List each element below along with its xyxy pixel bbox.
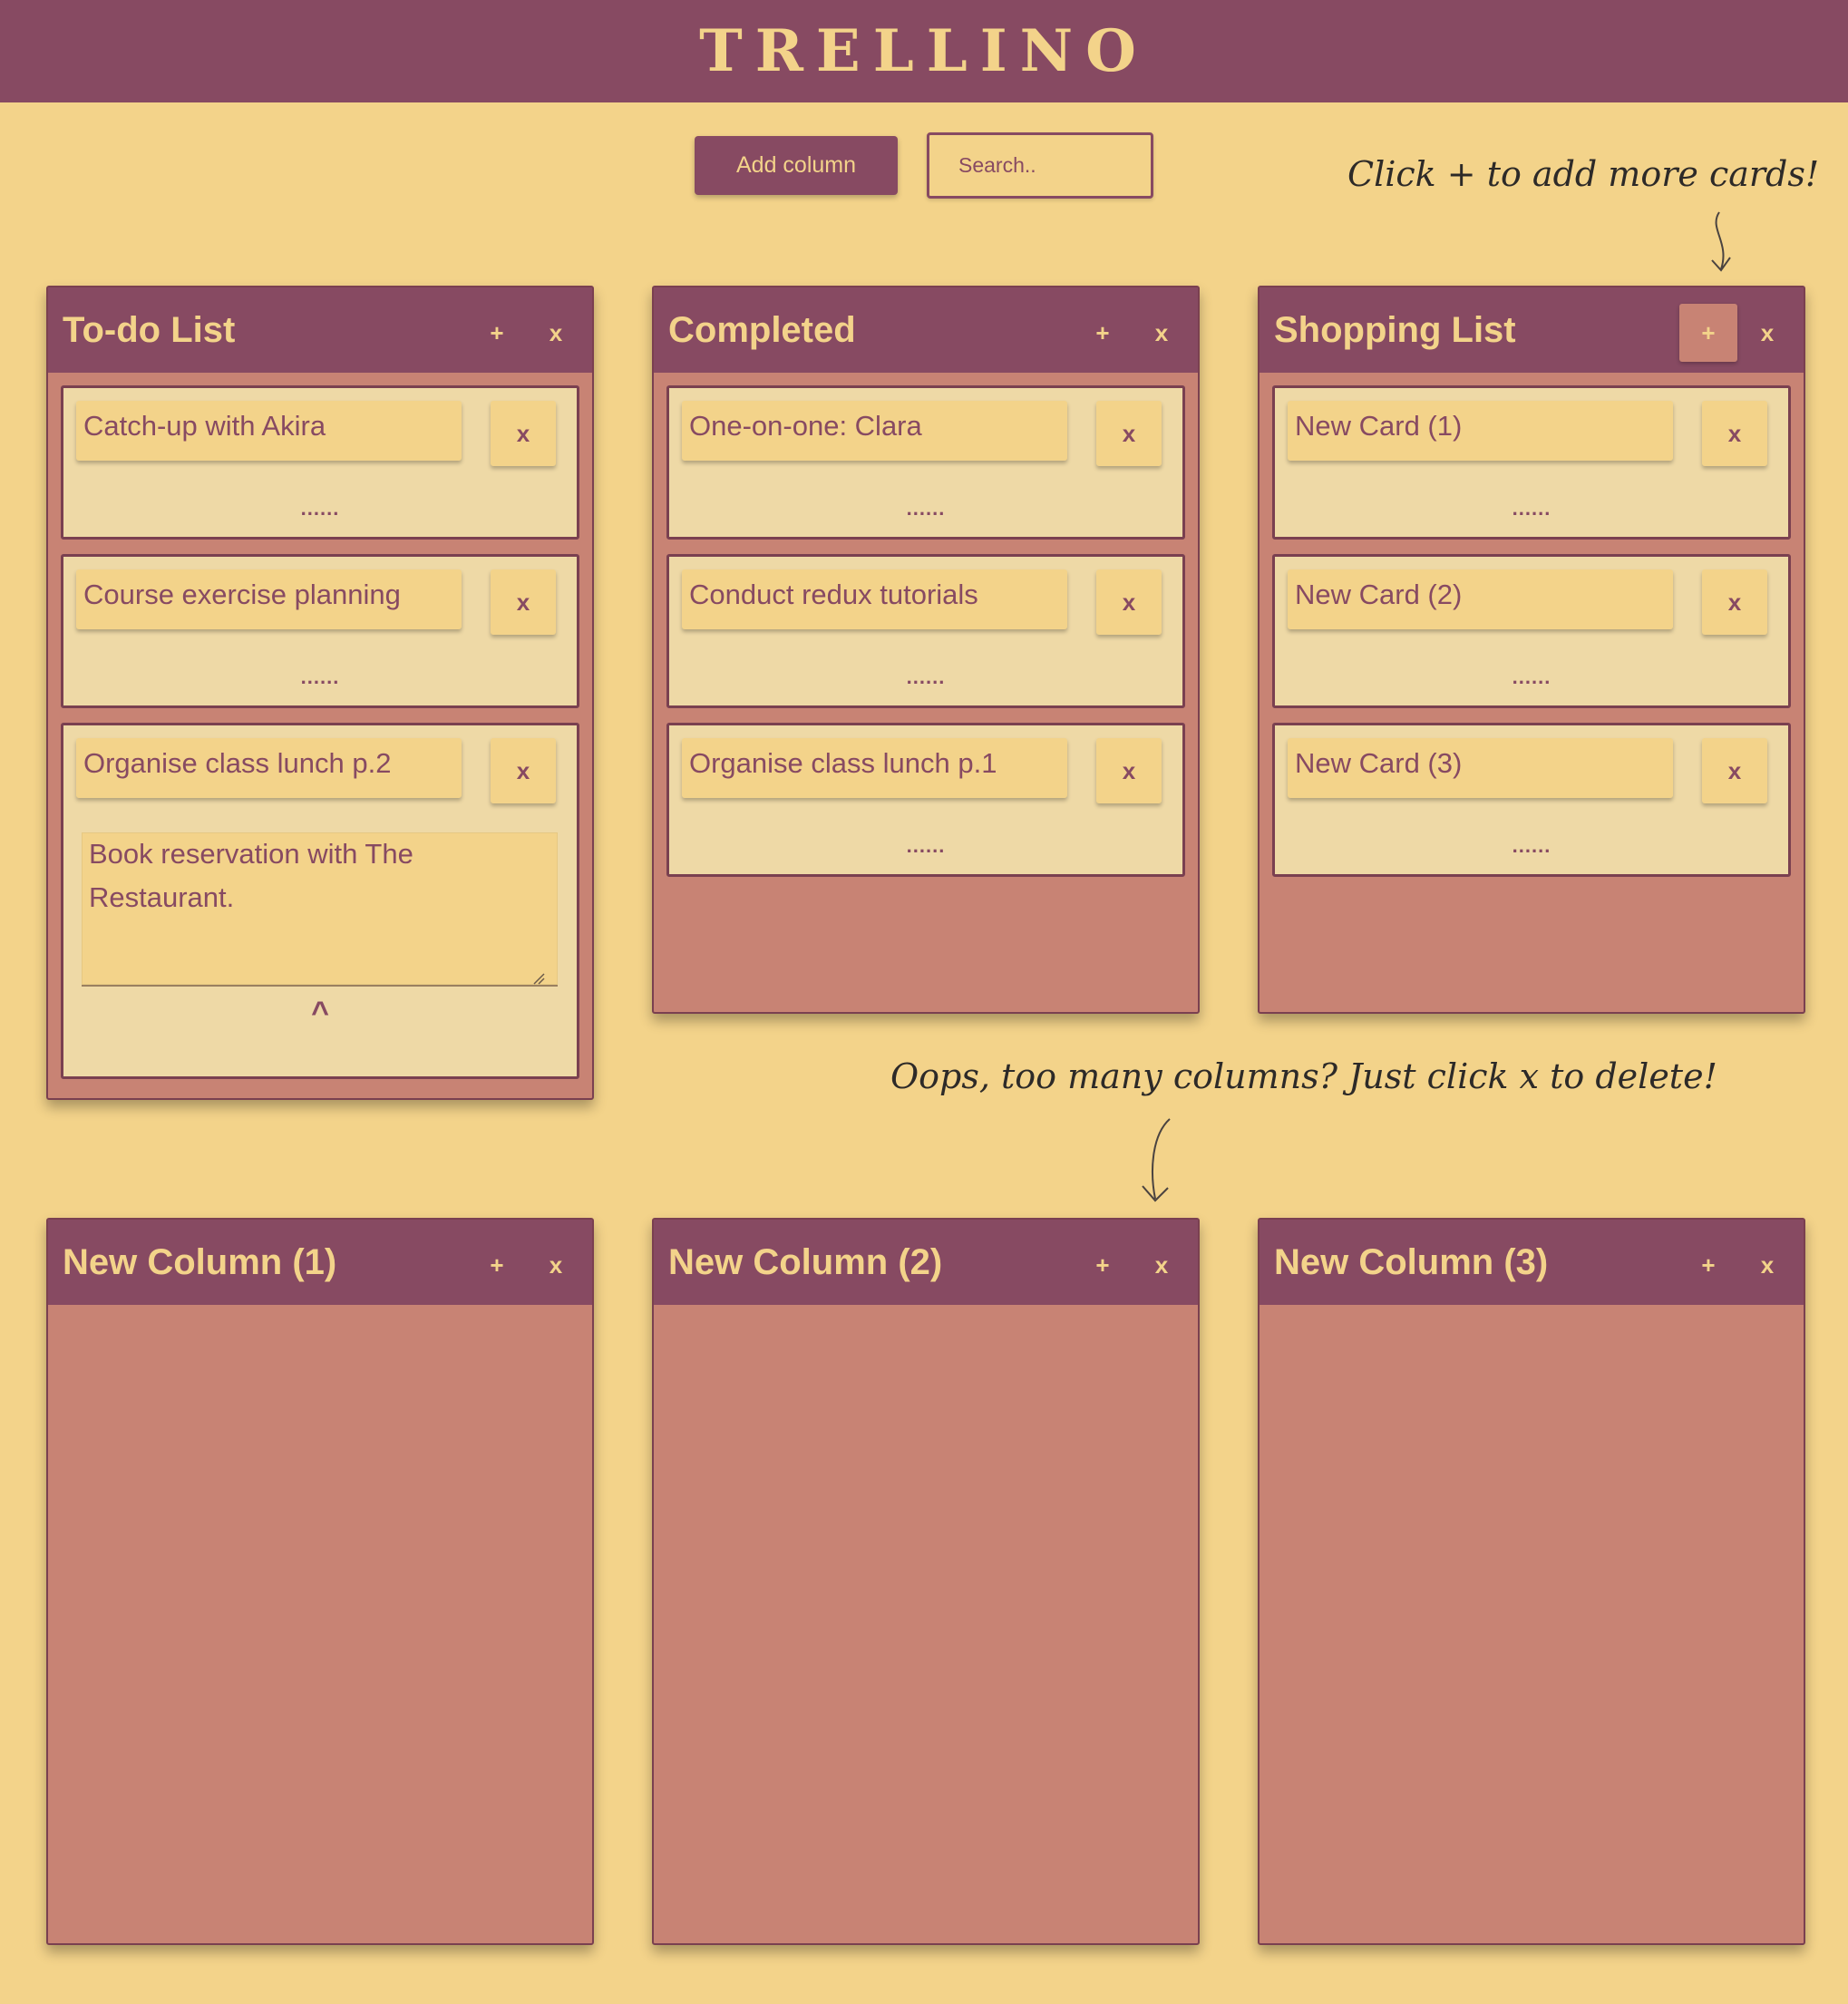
column-new-1: New Column (1) + x — [46, 1218, 594, 1945]
card-title[interactable]: Course exercise planning — [76, 569, 462, 629]
expand-card-icon[interactable]: ...... — [669, 834, 1182, 858]
column-title: Shopping List — [1274, 309, 1516, 350]
delete-columns-hint: Oops, too many columns? Just click x to … — [890, 1056, 1717, 1096]
delete-card-button[interactable]: x — [1096, 569, 1162, 635]
card-title[interactable]: Organise class lunch p.2 — [76, 738, 462, 798]
expand-card-icon[interactable]: ...... — [63, 497, 577, 520]
card-description-textarea[interactable]: Book reservation with The Restaurant. — [82, 832, 558, 987]
add-cards-hint: Click + to add more cards! — [1347, 154, 1820, 194]
add-card-button[interactable]: + — [468, 304, 526, 362]
card-expanded[interactable]: Organise class lunch p.2 x Book reservat… — [61, 723, 579, 1079]
column-header: To-do List + x — [48, 287, 592, 373]
delete-card-button[interactable]: x — [1702, 738, 1767, 803]
delete-card-button[interactable]: x — [491, 569, 556, 635]
expand-card-icon[interactable]: ...... — [669, 666, 1182, 689]
delete-card-button[interactable]: x — [491, 738, 556, 803]
card[interactable]: Catch-up with Akira x ...... — [61, 385, 579, 540]
expand-card-icon[interactable]: ...... — [1275, 497, 1788, 520]
column-body: One-on-one: Clara x ...... Conduct redux… — [654, 373, 1198, 877]
column-title: Completed — [668, 309, 856, 350]
column-title: New Column (3) — [1274, 1241, 1549, 1282]
resize-handle-icon[interactable] — [532, 972, 545, 985]
delete-column-button[interactable]: x — [527, 304, 585, 362]
delete-card-button[interactable]: x — [491, 401, 556, 466]
column-header: Shopping List + x — [1260, 287, 1804, 373]
expand-card-icon[interactable]: ...... — [1275, 834, 1788, 858]
column-header: New Column (2) + x — [654, 1220, 1198, 1305]
card-title[interactable]: New Card (2) — [1288, 569, 1673, 629]
card-title[interactable]: New Card (3) — [1288, 738, 1673, 798]
add-card-button[interactable]: + — [1074, 1236, 1132, 1294]
delete-column-button[interactable]: x — [527, 1236, 585, 1294]
arrow-down-icon — [1142, 1118, 1171, 1202]
column-title: To-do List — [63, 309, 236, 350]
expand-card-icon[interactable]: ...... — [63, 666, 577, 689]
add-card-button[interactable]: + — [1679, 1236, 1737, 1294]
delete-card-button[interactable]: x — [1702, 569, 1767, 635]
column-completed: Completed + x One-on-one: Clara x ......… — [652, 286, 1200, 1014]
card[interactable]: New Card (1) x ...... — [1272, 385, 1791, 540]
add-card-button[interactable]: + — [1074, 304, 1132, 362]
card[interactable]: New Card (2) x ...... — [1272, 554, 1791, 708]
delete-column-button[interactable]: x — [1133, 304, 1191, 362]
column-header: Completed + x — [654, 287, 1198, 373]
column-title: New Column (2) — [668, 1241, 943, 1282]
card[interactable]: Conduct redux tutorials x ...... — [666, 554, 1185, 708]
column-body: Catch-up with Akira x ...... Course exer… — [48, 373, 592, 1079]
delete-card-button[interactable]: x — [1096, 401, 1162, 466]
add-column-button[interactable]: Add column — [695, 136, 898, 195]
card-title[interactable]: Catch-up with Akira — [76, 401, 462, 461]
card-title[interactable]: Conduct redux tutorials — [682, 569, 1067, 629]
expand-card-icon[interactable]: ...... — [669, 497, 1182, 520]
column-body: New Card (1) x ...... New Card (2) x ...… — [1260, 373, 1804, 877]
delete-column-button[interactable]: x — [1738, 1236, 1796, 1294]
card[interactable]: Course exercise planning x ...... — [61, 554, 579, 708]
add-card-button[interactable]: + — [468, 1236, 526, 1294]
expand-card-icon[interactable]: ...... — [1275, 666, 1788, 689]
card[interactable]: One-on-one: Clara x ...... — [666, 385, 1185, 540]
app-title: TRELLINO — [699, 17, 1149, 85]
search-input[interactable] — [927, 132, 1153, 199]
card-title[interactable]: Organise class lunch p.1 — [682, 738, 1067, 798]
card-title[interactable]: New Card (1) — [1288, 401, 1673, 461]
card[interactable]: Organise class lunch p.1 x ...... — [666, 723, 1185, 877]
column-new-3: New Column (3) + x — [1258, 1218, 1805, 1945]
card-title[interactable]: One-on-one: Clara — [682, 401, 1067, 461]
delete-column-button[interactable]: x — [1738, 304, 1796, 362]
add-card-button[interactable]: + — [1679, 304, 1737, 362]
delete-column-button[interactable]: x — [1133, 1236, 1191, 1294]
column-title: New Column (1) — [63, 1241, 337, 1282]
delete-card-button[interactable]: x — [1096, 738, 1162, 803]
column-header: New Column (3) + x — [1260, 1220, 1804, 1305]
card[interactable]: New Card (3) x ...... — [1272, 723, 1791, 877]
column-new-2: New Column (2) + x — [652, 1218, 1200, 1945]
arrow-down-icon — [1711, 211, 1731, 272]
collapse-card-icon[interactable]: ^ — [63, 996, 577, 1031]
column-header: New Column (1) + x — [48, 1220, 592, 1305]
column-shopping-list: Shopping List + x New Card (1) x ...... … — [1258, 286, 1805, 1014]
column-todo-list: To-do List + x Catch-up with Akira x ...… — [46, 286, 594, 1100]
delete-card-button[interactable]: x — [1702, 401, 1767, 466]
app-header: TRELLINO — [0, 0, 1848, 102]
